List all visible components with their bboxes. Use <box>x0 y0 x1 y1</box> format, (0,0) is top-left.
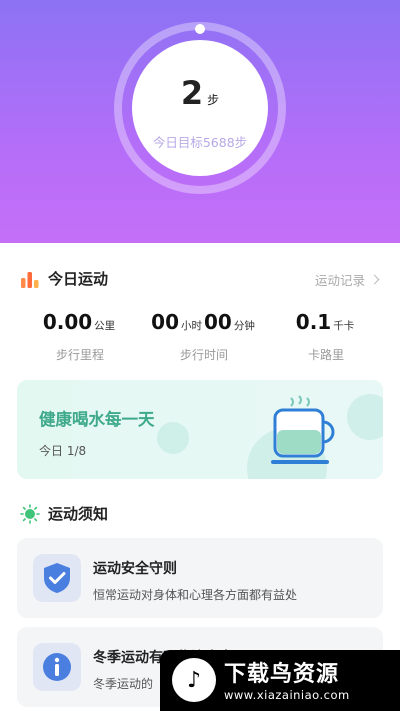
notice-title: 运动须知 <box>48 505 109 523</box>
watermark-banner: ♪ 下载鸟资源 www.xiazainiao.com <box>160 650 400 711</box>
chevron-right-icon <box>369 274 380 285</box>
lightbulb-icon <box>20 503 40 524</box>
water-reminder-card[interactable]: 健康喝水每一天 今日 1/8 <box>17 380 383 479</box>
item-desc: 恒常运动对身体和心理各方面都有益处 <box>93 588 298 602</box>
steps-value: 2 <box>180 74 204 112</box>
cup-icon <box>271 395 335 464</box>
water-card-title: 健康喝水每一天 <box>39 410 155 429</box>
minutes-value: 00 <box>204 310 232 334</box>
exercise-record-label: 运动记录 <box>314 273 365 288</box>
list-item[interactable]: 运动安全守则 恒常运动对身体和心理各方面都有益处 <box>17 538 383 618</box>
steps-unit: 步 <box>207 93 220 107</box>
minutes-unit: 分钟 <box>233 320 255 332</box>
decor-bubble <box>157 422 189 454</box>
distance-value: 0.00 <box>42 310 93 334</box>
watermark-name: 下载鸟资源 <box>224 662 340 687</box>
info-icon <box>33 643 81 691</box>
decor-bubble <box>347 394 383 440</box>
stat-distance: 0.00 公里 步行里程 <box>20 310 140 363</box>
stat-calories: 0.1 千卡 卡路里 <box>266 310 386 363</box>
today-exercise-title: 今日运动 <box>48 270 109 288</box>
hours-value: 00 <box>151 310 179 334</box>
calories-value: 0.1 <box>295 310 332 334</box>
steps-display: 2步 <box>132 74 268 112</box>
calories-unit: 千卡 <box>333 320 355 332</box>
exercise-record-link[interactable]: 运动记录 <box>314 270 380 289</box>
shield-check-icon <box>33 554 81 602</box>
step-counter-circle[interactable]: 2步 今日目标5688步 <box>132 40 268 176</box>
distance-unit: 公里 <box>94 320 116 332</box>
hero-header: 2步 今日目标5688步 <box>0 0 400 243</box>
bar-chart-icon <box>21 271 39 288</box>
distance-label: 步行里程 <box>55 348 104 362</box>
notice-header: 运动须知 <box>20 503 108 524</box>
hours-unit: 小时 <box>181 320 202 332</box>
watermark-url: www.xiazainiao.com <box>224 688 350 702</box>
item-title: 运动安全守则 <box>93 561 177 577</box>
item-desc: 冬季运动的 <box>93 677 154 691</box>
daily-goal-text: 今日目标5688步 <box>152 135 248 150</box>
today-exercise-header: 今日运动 <box>20 268 108 289</box>
progress-indicator-dot <box>195 24 205 34</box>
bird-logo-icon: ♪ <box>172 658 216 702</box>
water-progress-text: 今日 1/8 <box>39 444 87 458</box>
calories-label: 卡路里 <box>307 348 344 362</box>
duration-label: 步行时间 <box>179 348 228 362</box>
stat-duration: 00 小时 00 分钟 步行时间 <box>144 310 264 363</box>
